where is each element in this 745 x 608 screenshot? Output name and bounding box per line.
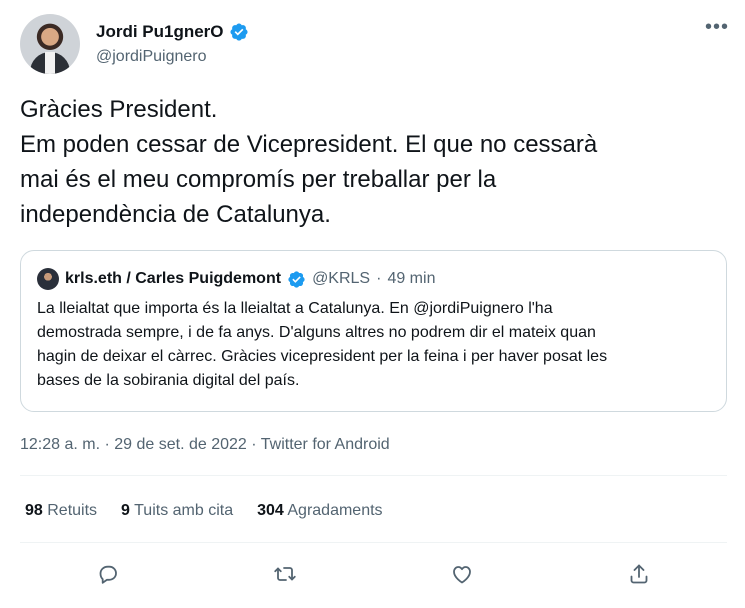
- retweets-count: 98: [25, 502, 43, 519]
- author-name-row: Jordi Pu1gnerO: [96, 22, 249, 42]
- tweet-line: Em poden cessar de Vicepresident. El que…: [20, 131, 598, 158]
- verified-badge-icon: [288, 270, 305, 288]
- likes-label: Agradaments: [287, 502, 383, 519]
- likes-count: 304: [257, 502, 284, 519]
- separator-dot: ·: [376, 270, 382, 287]
- verified-badge-icon: [229, 23, 248, 41]
- tweet-line: Gràcies President.: [20, 96, 218, 123]
- likes-stat[interactable]: 304 Agradaments: [257, 502, 382, 520]
- engagement-stats: 98 Retuits 9 Tuits amb cita 304 Agradame…: [25, 502, 383, 520]
- quotes-count: 9: [121, 502, 130, 519]
- divider: [20, 542, 727, 543]
- tweet-line: mai és el meu compromís per treballar pe…: [20, 166, 497, 193]
- quoted-tweet-header: krls.eth / Carles Puigdemont @KRLS · 49 …: [37, 268, 435, 290]
- retweet-button[interactable]: [267, 556, 303, 592]
- author-name[interactable]: Jordi Pu1gnerO: [96, 22, 224, 42]
- like-button[interactable]: [444, 556, 480, 592]
- quoted-line: bases de la sobirania digital del país.: [37, 372, 300, 389]
- retweets-label: Retuits: [47, 502, 98, 519]
- tweet-text: Gràcies President. Em poden cessar de Vi…: [20, 92, 720, 232]
- tweet-line: independència de Catalunya.: [20, 201, 331, 228]
- tweet-timestamp[interactable]: 12:28 a. m. · 29 de set. de 2022 · Twitt…: [20, 436, 390, 454]
- quoted-line: La lleialtat que importa és la lleialtat…: [37, 300, 553, 317]
- retweet-icon: [274, 567, 296, 581]
- reply-icon: [99, 565, 117, 584]
- author-handle[interactable]: @jordiPuignero: [96, 48, 207, 66]
- divider: [20, 475, 727, 476]
- quoted-author-name: krls.eth / Carles Puigdemont: [65, 270, 282, 287]
- quotes-label: Tuits amb cita: [134, 502, 234, 519]
- quotes-stat[interactable]: 9 Tuits amb cita: [121, 502, 233, 520]
- share-icon: [630, 564, 648, 584]
- like-icon: [453, 566, 471, 584]
- more-options-icon[interactable]: •••: [705, 17, 729, 37]
- reply-button[interactable]: [90, 556, 126, 592]
- share-button[interactable]: [621, 556, 657, 592]
- quoted-avatar: [37, 268, 59, 290]
- quoted-text: La lleialtat que importa és la lleialtat…: [37, 297, 717, 393]
- avatar[interactable]: [20, 14, 80, 74]
- quoted-line: demostrada sempre, i de fa anys. D'algun…: [37, 324, 596, 341]
- quoted-tweet[interactable]: krls.eth / Carles Puigdemont @KRLS · 49 …: [20, 250, 727, 412]
- quoted-handle: @KRLS: [312, 270, 371, 287]
- tweet-header: Jordi Pu1gnerO @jordiPuignero •••: [20, 14, 735, 76]
- quoted-time: 49 min: [387, 270, 436, 287]
- action-bar: [20, 556, 727, 592]
- retweets-stat[interactable]: 98 Retuits: [25, 502, 97, 520]
- quoted-line: hagin de deixar el càrrec. Gràcies vicep…: [37, 348, 608, 365]
